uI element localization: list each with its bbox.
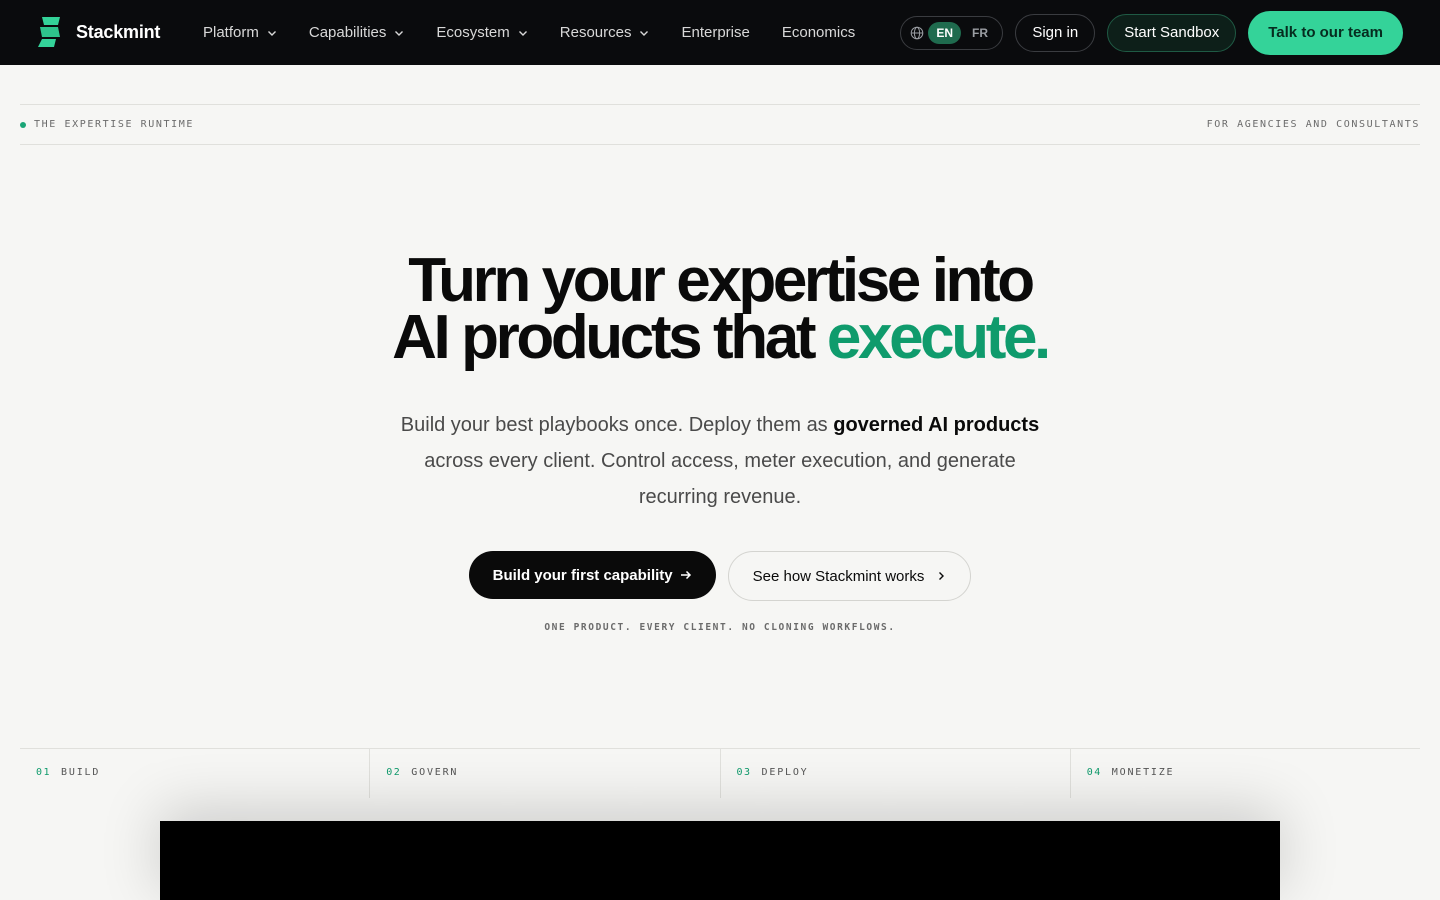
stackmint-logo-icon xyxy=(38,17,60,47)
talk-to-team-button[interactable]: Talk to our team xyxy=(1248,10,1403,55)
hero-title-line-2: AI products that xyxy=(392,303,816,372)
step-label: MONETIZE xyxy=(1111,767,1175,778)
step-number: 03 xyxy=(736,767,752,778)
nav-ecosystem-label: Ecosystem xyxy=(436,24,510,41)
step-monetize[interactable]: 04 MONETIZE xyxy=(1071,749,1420,798)
hero-subtitle-part-2: across every client. Control access, met… xyxy=(424,450,1016,508)
language-option-fr[interactable]: FR xyxy=(964,22,996,44)
status-dot xyxy=(20,121,26,128)
start-sandbox-button[interactable]: Start Sandbox xyxy=(1107,13,1237,52)
nav-actions: EN FR Sign in Start Sandbox Talk to our … xyxy=(900,0,1403,65)
see-how-it-works-label: See how Stackmint works xyxy=(752,567,925,585)
arrow-right-icon xyxy=(680,570,691,580)
hero-title-accent: execute. xyxy=(826,303,1051,372)
nav-resources[interactable]: Resources xyxy=(560,24,650,41)
step-deploy[interactable]: 03 DEPLOY xyxy=(721,749,1071,798)
main-nav: Platform Capabilities Ecosystem Resource… xyxy=(203,0,887,65)
nav-capabilities[interactable]: Capabilities xyxy=(309,24,405,41)
chevron-down-icon xyxy=(267,30,276,36)
step-label: DEPLOY xyxy=(761,767,809,778)
hero-title: Turn your expertise into AI products tha… xyxy=(0,250,1440,369)
nav-platform-label: Platform xyxy=(203,24,259,41)
step-label: BUILD xyxy=(61,767,101,778)
eyebrow-right-text: FOR AGENCIES AND CONSULTANTS xyxy=(1206,119,1420,130)
steps-tabs: 01 BUILD 02 GOVERN 03 DEPLOY 04 MONETIZE xyxy=(20,748,1420,798)
nav-platform[interactable]: Platform xyxy=(203,24,277,41)
step-label: GOVERN xyxy=(411,767,459,778)
globe-icon xyxy=(911,26,924,39)
chevron-down-icon xyxy=(518,30,527,36)
chevron-down-icon xyxy=(640,30,649,36)
eyebrow-left-text: THE EXPERTISE RUNTIME xyxy=(34,119,195,130)
brand-name: Stackmint xyxy=(76,21,161,42)
see-how-it-works-button[interactable]: See how Stackmint works xyxy=(727,551,972,601)
chevron-down-icon xyxy=(395,30,404,36)
eyebrow-strip: THE EXPERTISE RUNTIME FOR AGENCIES AND C… xyxy=(20,104,1420,145)
step-number: 02 xyxy=(386,767,402,778)
step-govern[interactable]: 02 GOVERN xyxy=(370,749,721,798)
sign-in-button[interactable]: Sign in xyxy=(1015,13,1096,52)
nav-ecosystem[interactable]: Ecosystem xyxy=(436,24,527,41)
language-option-en[interactable]: EN xyxy=(928,21,961,44)
language-switcher: EN FR xyxy=(900,15,1004,50)
nav-economics[interactable]: Economics xyxy=(782,24,855,41)
nav-resources-label: Resources xyxy=(559,24,632,41)
top-navbar: Stackmint Platform Capabilities Ecosyste… xyxy=(0,0,1440,65)
product-demo-panel xyxy=(160,821,1280,900)
build-first-capability-label: Build your first capability xyxy=(492,566,673,584)
nav-economics-label: Economics xyxy=(781,24,856,41)
hero-subtitle: Build your best playbooks once. Deploy t… xyxy=(390,407,1050,515)
hero-subtitle-part-1: Build your best playbooks once. Deploy t… xyxy=(400,414,828,436)
step-number: 04 xyxy=(1086,767,1102,778)
step-build[interactable]: 01 BUILD xyxy=(20,749,371,798)
step-number: 01 xyxy=(36,767,52,778)
hero-note: ONE PRODUCT. EVERY CLIENT. NO CLONING WO… xyxy=(544,622,896,633)
hero-subtitle-bold: governed AI products xyxy=(833,414,1040,436)
hero-cta-row: Build your first capability See how Stac… xyxy=(0,551,1440,601)
nav-capabilities-label: Capabilities xyxy=(308,24,387,41)
nav-enterprise-label: Enterprise xyxy=(681,24,750,41)
nav-enterprise[interactable]: Enterprise xyxy=(681,24,749,41)
chevron-right-icon xyxy=(939,572,945,580)
build-first-capability-button[interactable]: Build your first capability xyxy=(468,551,716,599)
brand-home-link[interactable]: Stackmint xyxy=(38,17,160,47)
eyebrow-left: THE EXPERTISE RUNTIME xyxy=(20,119,194,130)
